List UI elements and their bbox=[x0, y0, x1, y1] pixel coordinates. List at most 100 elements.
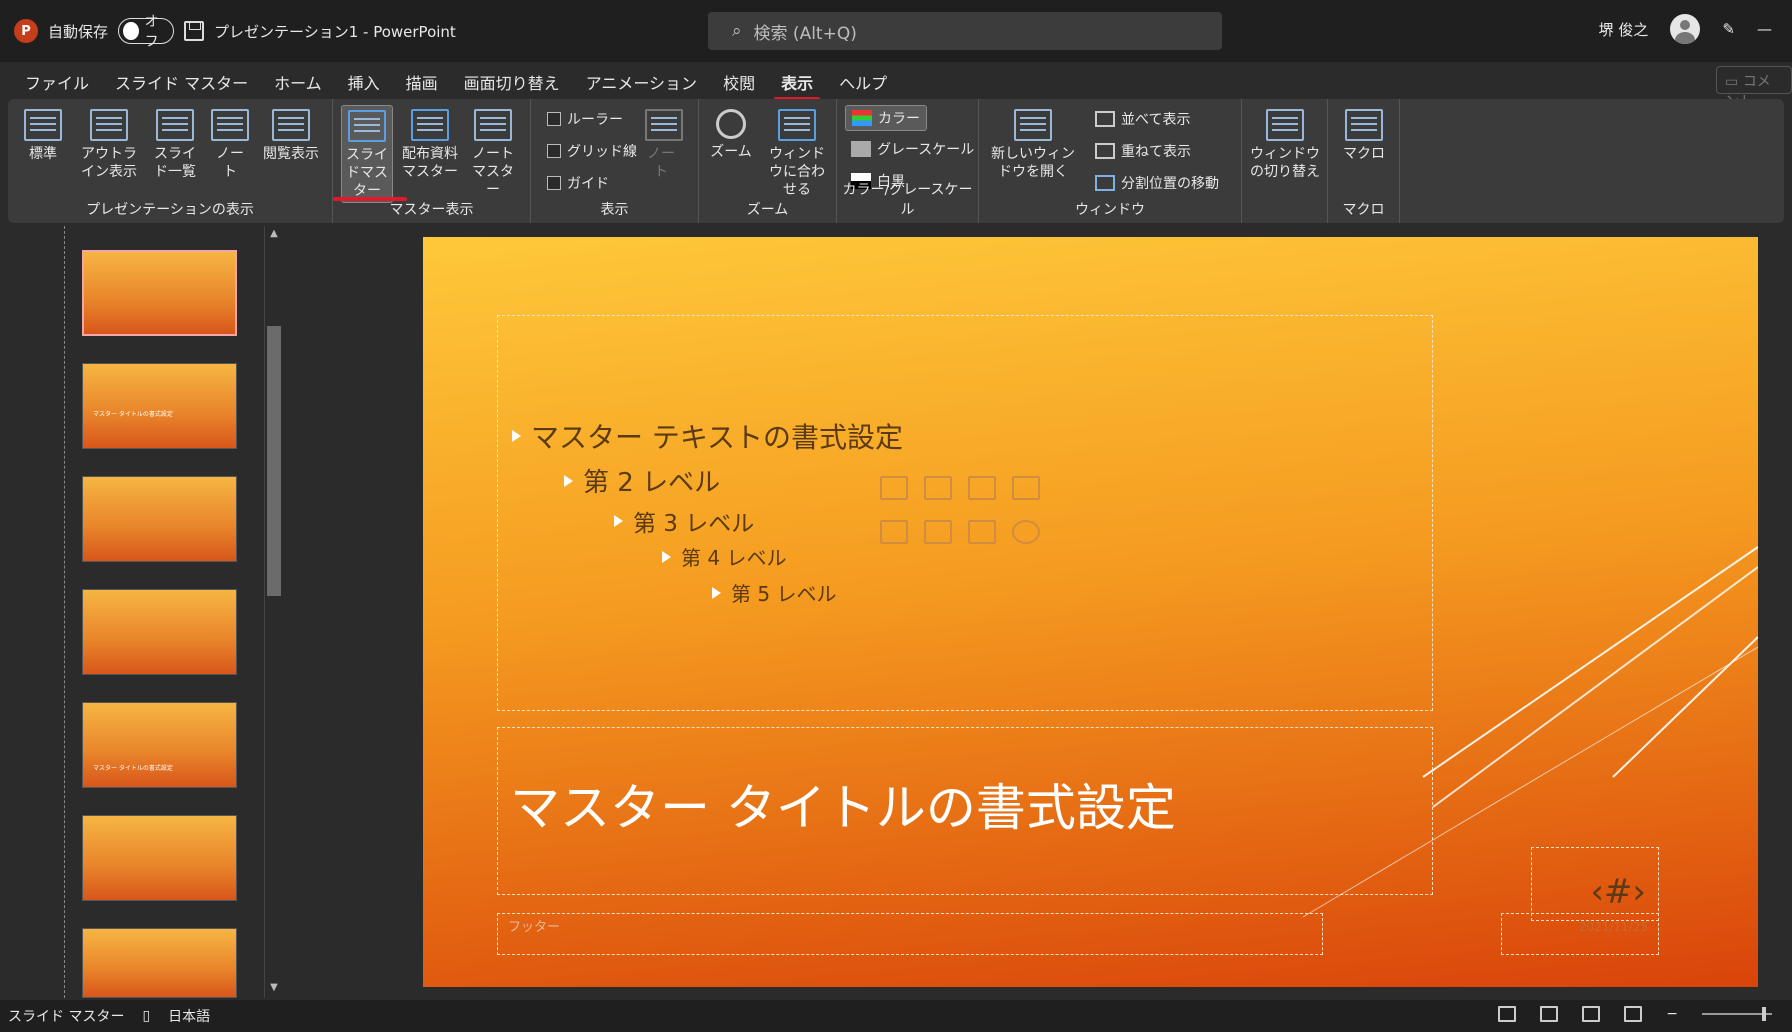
tab-home[interactable]: ホーム bbox=[261, 62, 335, 98]
grayscale-swatch-icon bbox=[851, 141, 871, 157]
switch-windows-label: ウィンドウの切り替え bbox=[1250, 146, 1320, 180]
ribbon: 標準 アウトライン表示 スライド一覧 ノート 閲覧表示 プレゼンテーションの表示… bbox=[8, 99, 1784, 223]
handout-master-button[interactable]: 配布資料マスター bbox=[399, 105, 461, 183]
save-icon[interactable] bbox=[184, 21, 205, 41]
thumbnail-caption: マスター タイトルの書式設定 bbox=[93, 411, 173, 418]
reading-view-label: 閲覧表示 bbox=[263, 146, 319, 162]
search-box[interactable]: ⌕ 検索 (Alt+Q) bbox=[708, 12, 1222, 50]
zoom-slider-thumb[interactable] bbox=[1762, 1007, 1766, 1021]
tab-help[interactable]: ヘルプ bbox=[826, 62, 900, 98]
outline-view-label: アウトライン表示 bbox=[81, 146, 137, 180]
color-swatch-icon bbox=[852, 110, 872, 126]
slide-master-canvas[interactable]: マスター テキストの書式設定 第 2 レベル 第 3 レベル 第 4 レベル 第… bbox=[423, 237, 1758, 987]
title-bar: P 自動保存 オフ プレゼンテーション1 - PowerPoint ⌕ 検索 (… bbox=[0, 0, 1792, 62]
zoom-out-icon[interactable]: − bbox=[1666, 1006, 1678, 1022]
group-label-window: ウィンドウ bbox=[1075, 202, 1145, 218]
grayscale-label: グレースケール bbox=[877, 142, 975, 158]
move-split-button[interactable]: 分割位置の移動 bbox=[1095, 173, 1219, 193]
normal-view-button[interactable]: 標準 bbox=[18, 105, 68, 165]
tab-slide-master[interactable]: スライド マスター bbox=[102, 62, 261, 98]
tab-view[interactable]: 表示 bbox=[768, 62, 826, 101]
ruler-checkbox[interactable]: ルーラー bbox=[547, 109, 623, 129]
slide-master-button[interactable]: スライドマスター bbox=[341, 105, 393, 203]
status-language[interactable]: 日本語 bbox=[168, 1006, 210, 1026]
notes-master-button[interactable]: ノートマスター bbox=[467, 105, 519, 201]
group-macros: マクロ マクロ bbox=[1328, 99, 1400, 223]
thumbnail-layout[interactable]: マスター タイトルの書式設定 bbox=[82, 363, 237, 449]
notes-icon bbox=[645, 109, 683, 141]
guides-label: ガイド bbox=[567, 176, 609, 192]
macros-label: マクロ bbox=[1343, 146, 1385, 162]
guides-box bbox=[547, 176, 561, 190]
thumbnail-layout[interactable]: マスター タイトルの書式設定 bbox=[82, 702, 237, 788]
handout-master-label: 配布資料マスター bbox=[402, 146, 458, 180]
new-window-button[interactable]: 新しいウィンドウを開く bbox=[985, 105, 1081, 183]
comment-icon: ▭ bbox=[1725, 74, 1739, 90]
normal-view-status-icon[interactable] bbox=[1498, 1006, 1517, 1022]
move-split-icon bbox=[1095, 175, 1115, 191]
color-label: カラー bbox=[878, 111, 920, 127]
status-bar: スライド マスター ▯ 日本語 − bbox=[0, 1000, 1792, 1032]
group-label-presentation-views: プレゼンテーションの表示 bbox=[86, 202, 254, 218]
reading-view-icon bbox=[272, 109, 310, 141]
outline-view-icon bbox=[90, 109, 128, 141]
comment-button[interactable]: ▭ コメント bbox=[1716, 66, 1792, 110]
tab-draw[interactable]: 描画 bbox=[393, 62, 451, 98]
thumbnail-master[interactable] bbox=[82, 250, 237, 336]
switch-windows-button[interactable]: ウィンドウの切り替え bbox=[1246, 105, 1324, 183]
zoom-button[interactable]: ズーム bbox=[705, 105, 757, 163]
tab-animations[interactable]: アニメーション bbox=[573, 62, 710, 98]
notes-button: ノート bbox=[643, 105, 683, 183]
gridlines-label: グリッド線 bbox=[567, 144, 637, 160]
outline-view-button[interactable]: アウトライン表示 bbox=[76, 105, 142, 183]
grayscale-button[interactable]: グレースケール bbox=[851, 139, 974, 159]
arrange-all-button[interactable]: 並べて表示 bbox=[1095, 109, 1190, 129]
group-zoom: ズーム ウィンドウに合わせる ズーム bbox=[699, 99, 837, 223]
scroll-down-icon[interactable]: ▼ bbox=[267, 982, 281, 996]
reading-view-button[interactable]: 閲覧表示 bbox=[258, 105, 324, 165]
scroll-thumb[interactable] bbox=[267, 326, 281, 596]
arrange-all-icon bbox=[1095, 111, 1115, 127]
move-split-label: 分割位置の移動 bbox=[1121, 176, 1219, 192]
fit-to-window-icon bbox=[778, 109, 816, 141]
cascade-button[interactable]: 重ねて表示 bbox=[1095, 141, 1191, 161]
guides-checkbox[interactable]: ガイド bbox=[547, 173, 609, 193]
group-switch-windows: ウィンドウの切り替え bbox=[1242, 99, 1328, 223]
slide-sorter-button[interactable]: スライド一覧 bbox=[150, 105, 200, 183]
group-label-color: カラー/グレースケール bbox=[842, 182, 973, 218]
group-master-views: スライドマスター 配布資料マスター ノートマスター マスター表示 bbox=[333, 99, 531, 223]
avatar[interactable] bbox=[1670, 14, 1701, 44]
notes-page-button[interactable]: ノート bbox=[208, 105, 252, 183]
slide-sorter-status-icon[interactable] bbox=[1540, 1006, 1559, 1022]
minimize-icon[interactable]: — bbox=[1757, 20, 1772, 38]
scroll-up-icon[interactable]: ▲ bbox=[267, 228, 281, 242]
gridlines-checkbox[interactable]: グリッド線 bbox=[547, 141, 637, 161]
tab-review[interactable]: 校閲 bbox=[710, 62, 768, 98]
reading-view-status-icon[interactable] bbox=[1582, 1006, 1601, 1022]
tab-insert[interactable]: 挿入 bbox=[335, 62, 393, 98]
thumbnail-layout[interactable] bbox=[82, 815, 237, 901]
slide-sorter-label: スライド一覧 bbox=[154, 146, 196, 180]
thumbnail-layout[interactable] bbox=[82, 476, 237, 562]
thumbnail-layout[interactable] bbox=[82, 928, 237, 998]
color-button[interactable]: カラー bbox=[845, 105, 927, 131]
zoom-slider[interactable] bbox=[1702, 1007, 1772, 1021]
autosave-state: オフ bbox=[144, 14, 159, 50]
pen-icon[interactable]: ✎ bbox=[1722, 20, 1735, 38]
thumbnail-layout[interactable] bbox=[82, 589, 237, 675]
gridlines-box bbox=[547, 144, 561, 158]
ruler-label: ルーラー bbox=[567, 112, 623, 128]
document-title: プレゼンテーション1 - PowerPoint bbox=[214, 22, 456, 41]
normal-view-icon bbox=[24, 109, 62, 141]
macros-button[interactable]: マクロ bbox=[1336, 105, 1392, 165]
group-label-zoom: ズーム bbox=[746, 202, 789, 218]
slideshow-status-icon[interactable] bbox=[1624, 1006, 1643, 1022]
deco-line bbox=[1432, 566, 1758, 808]
accessibility-icon[interactable]: ▯ bbox=[142, 1008, 150, 1024]
tab-transitions[interactable]: 画面切り替え bbox=[451, 62, 573, 98]
notes-master-label: ノートマスター bbox=[472, 146, 514, 198]
autosave-toggle[interactable]: オフ bbox=[118, 14, 175, 50]
fit-to-window-button[interactable]: ウィンドウに合わせる bbox=[761, 105, 833, 201]
tab-file[interactable]: ファイル bbox=[12, 62, 102, 98]
thumbnail-scrollbar[interactable]: ▲ ▼ bbox=[264, 226, 282, 998]
